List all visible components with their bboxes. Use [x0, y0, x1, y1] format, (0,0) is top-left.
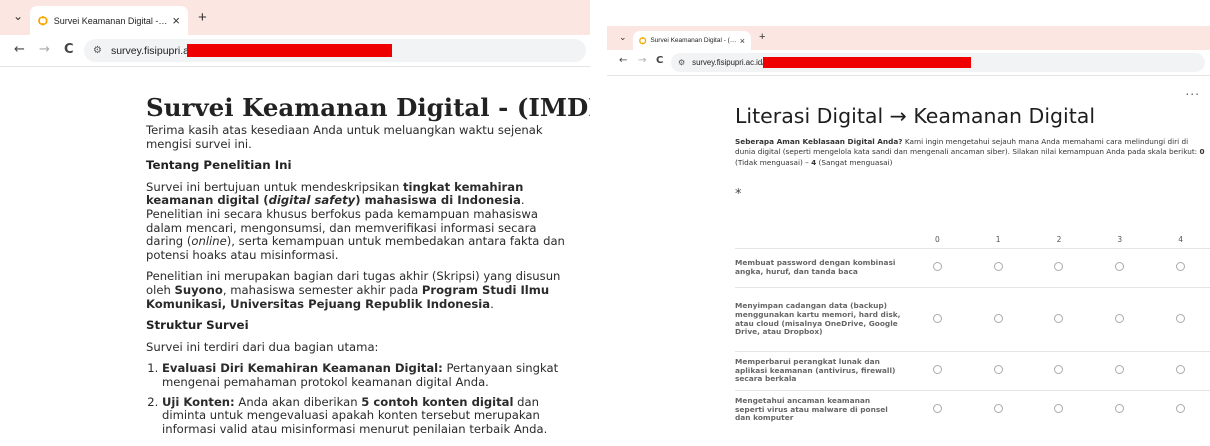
tab-title: Survei Keamanan Digital - (IMD	[650, 37, 737, 44]
tab-survey[interactable]: Ѻ Survei Keamanan Digital - (IMD ×	[633, 31, 751, 50]
page-title: Survei Keamanan Digital - (IMDI)	[146, 93, 590, 122]
redaction-bar	[763, 57, 971, 68]
scale-label: 4	[1178, 234, 1183, 244]
tab-close-icon[interactable]: ×	[172, 13, 180, 28]
required-asterisk: *	[735, 186, 742, 202]
radio-option[interactable]	[932, 313, 942, 323]
intro-text: Terima kasih atas kesediaan Anda untuk m…	[146, 123, 543, 151]
statement-label: Mengetahui ancaman keamanan seperti viru…	[735, 390, 907, 429]
structure-list: Evaluasi Diri Kemahiran Keamanan Digital…	[146, 362, 566, 436]
list-item: Uji Konten: Anda akan diberikan 5 contoh…	[162, 395, 566, 437]
radio-option[interactable]	[1115, 313, 1125, 323]
new-tab-icon[interactable]: +	[759, 31, 765, 43]
left-browser-window: ⌄ Ѻ Survei Keamanan Digital - (IMD × + ←…	[0, 0, 590, 446]
new-tab-icon[interactable]: +	[198, 9, 207, 26]
matrix-row: Mengetahui ancaman keamanan seperti viru…	[735, 390, 1210, 429]
scale-label: 3	[1117, 234, 1123, 244]
radio-option[interactable]	[1176, 365, 1186, 375]
matrix-row: Membuat password dengan kombinasi angka,…	[735, 248, 1210, 288]
radio-option[interactable]	[1054, 313, 1064, 323]
radio-option[interactable]	[932, 262, 942, 272]
tab-survey[interactable]: Ѻ Survei Keamanan Digital - (IMD ×	[30, 6, 188, 35]
radio-option[interactable]	[932, 404, 942, 414]
radio-option[interactable]	[1054, 262, 1064, 272]
tab-list-chevron-icon[interactable]: ⌄	[619, 32, 627, 43]
tab-strip: ⌄ Ѻ Survei Keamanan Digital - (IMD × +	[607, 26, 1210, 50]
matrix-row: Menyimpan cadangan data (backup) menggun…	[735, 287, 1210, 352]
scale-header-row: 0 1 2 3 4	[735, 230, 1210, 249]
about-paragraph-2: Penelitian ini merupakan bagian dari tug…	[146, 269, 561, 311]
radio-option[interactable]	[1176, 404, 1186, 414]
radio-option[interactable]	[993, 404, 1003, 414]
radio-option[interactable]	[993, 365, 1003, 375]
list-item: Evaluasi Diri Kemahiran Keamanan Digital…	[162, 362, 566, 389]
scale-label: 0	[935, 234, 940, 244]
scale-label: 2	[1056, 234, 1062, 244]
about-heading: Tentang Penelitian Ini	[146, 158, 292, 173]
divider	[590, 0, 607, 446]
matrix-row: Memperbarui perangkat lunak dan aplikasi…	[735, 351, 1210, 391]
question-description: Seberapa Aman Keblasaan Digital Anda? Ka…	[735, 137, 1205, 167]
more-options-icon[interactable]: ...	[1185, 82, 1200, 98]
radio-option[interactable]	[1176, 262, 1186, 272]
radio-option[interactable]	[993, 313, 1003, 323]
back-arrow-icon[interactable]: ←	[619, 55, 627, 66]
right-browser-window: ⌄ Ѻ Survei Keamanan Digital - (IMD × + ←…	[607, 26, 1210, 446]
reload-icon[interactable]: C	[64, 42, 74, 57]
navigation-bar: ← → C ⚙ survey.fisipupri.ac.id/	[0, 35, 590, 67]
scale-label: 1	[995, 234, 1001, 244]
site-info-icon[interactable]: ⚙	[93, 45, 102, 56]
favicon-icon: Ѻ	[639, 35, 647, 46]
forward-arrow-icon[interactable]: →	[39, 42, 50, 57]
url-text: survey.fisipupri.ac.id/	[692, 58, 765, 67]
favicon-icon: Ѻ	[38, 13, 48, 28]
statement-label: Membuat password dengan kombinasi angka,…	[735, 248, 907, 288]
redaction-bar	[187, 44, 392, 57]
radio-option[interactable]	[1115, 404, 1125, 414]
tab-close-icon[interactable]: ×	[740, 36, 745, 46]
navigation-bar: ← → C ⚙ survey.fisipupri.ac.id/	[607, 50, 1210, 76]
statement-label: Memperbarui perangkat lunak dan aplikasi…	[735, 351, 907, 391]
statement-label: Menyimpan cadangan data (backup) menggun…	[735, 287, 907, 352]
radio-option[interactable]	[1176, 313, 1186, 323]
radio-option[interactable]	[1115, 365, 1125, 375]
rating-matrix: 0 1 2 3 4 Membuat password dengan kombin…	[735, 230, 1210, 429]
site-info-icon[interactable]: ⚙	[678, 58, 685, 67]
about-paragraph-1: Survei ini bertujuan untuk mendeskripsik…	[146, 179, 565, 262]
survey-intro: Survei Keamanan Digital - (IMDI) Terima …	[146, 93, 590, 442]
section-title: Literasi Digital → Keamanan Digital	[735, 104, 1096, 128]
tab-title: Survei Keamanan Digital - (IMD	[53, 15, 169, 26]
reload-icon[interactable]: C	[656, 55, 663, 66]
radio-option[interactable]	[1054, 404, 1064, 414]
radio-option[interactable]	[1115, 262, 1125, 272]
structure-heading: Struktur Survei	[146, 318, 249, 333]
question-section: Literasi Digital → Keamanan Digital Sebe…	[735, 104, 1205, 202]
forward-arrow-icon[interactable]: →	[638, 55, 646, 66]
tab-strip: ⌄ Ѻ Survei Keamanan Digital - (IMD × +	[0, 0, 590, 35]
back-arrow-icon[interactable]: ←	[14, 42, 25, 57]
radio-option[interactable]	[993, 262, 1003, 272]
radio-option[interactable]	[1054, 365, 1064, 375]
radio-option[interactable]	[932, 365, 942, 375]
structure-intro: Survei ini terdiri dari dua bagian utama…	[146, 339, 379, 354]
tab-list-chevron-icon[interactable]: ⌄	[13, 9, 23, 23]
